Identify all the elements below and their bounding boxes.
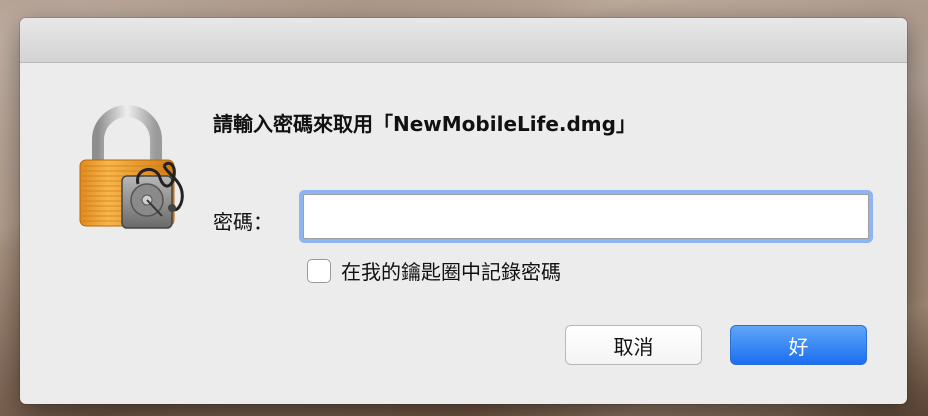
password-input[interactable] [303, 194, 869, 239]
remember-in-keychain-label[interactable]: 在我的鑰匙圈中記錄密碼 [341, 256, 561, 285]
disk-utility-lock-icon [79, 105, 184, 229]
remember-in-keychain-checkbox[interactable] [307, 258, 331, 283]
cancel-button[interactable]: 取消 [565, 325, 702, 365]
dialog-titlebar [20, 18, 907, 63]
ok-button[interactable]: 好 [730, 325, 867, 365]
password-label: 密碼： [213, 210, 273, 234]
remember-in-keychain-option[interactable]: 在我的鑰匙圈中記錄密碼 [307, 256, 561, 285]
password-dialog: 請輸入密碼來取用「NewMobileLife.dmg」 密碼： 在我的鑰匙圈中記… [20, 18, 907, 404]
dialog-title: 請輸入密碼來取用「NewMobileLife.dmg」 [213, 112, 636, 136]
